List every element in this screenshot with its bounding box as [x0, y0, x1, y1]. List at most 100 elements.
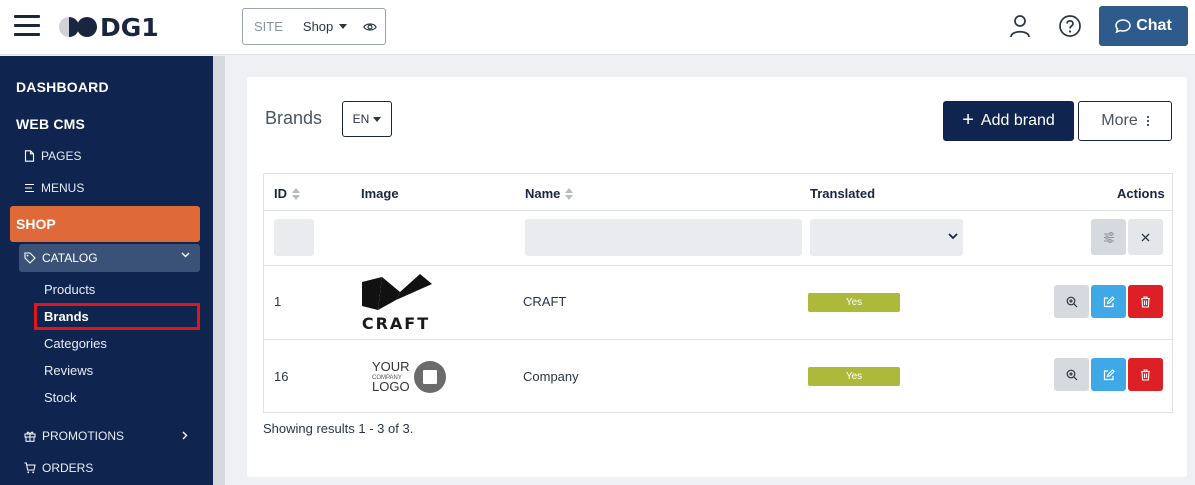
brands-table: ID Image Name Translated Actions 1 CRAFT… [263, 173, 1173, 413]
translated-badge: Yes [808, 367, 900, 386]
divider [264, 210, 1172, 211]
chevron-down-icon [948, 233, 958, 240]
delete-button[interactable] [1128, 285, 1163, 318]
language-dropdown[interactable]: EN [342, 101, 392, 137]
sidebar-item-dashboard[interactable]: DASHBOARD [16, 79, 109, 95]
sidebar-item-label: ORDERS [42, 461, 94, 475]
menu-lines-icon [25, 183, 34, 193]
site-selector[interactable]: SITE Shop [242, 8, 386, 45]
column-header-translated: Translated [810, 186, 876, 201]
tag-icon [24, 252, 36, 264]
sidebar-item-label: PAGES [41, 149, 82, 163]
brand-logo-image: CRAFT [360, 272, 432, 333]
add-brand-label: Add brand [980, 112, 1055, 129]
logo-line-3: LOGO [372, 379, 410, 394]
sidebar-item-shop[interactable]: SHOP [10, 206, 200, 242]
translated-badge: Yes [808, 293, 900, 312]
filter-name-input[interactable] [525, 219, 802, 256]
sidebar-item-menus[interactable]: MENUS [24, 181, 84, 195]
divider [264, 265, 1172, 266]
more-button[interactable]: More [1078, 101, 1172, 141]
row-name: Company [523, 369, 579, 384]
column-header-label: Name [525, 186, 561, 201]
sort-icon [292, 187, 300, 200]
sidebar-item-stock[interactable]: Stock [44, 390, 77, 405]
sidebar-item-promotions[interactable]: PROMOTIONS [24, 429, 194, 443]
sidebar-item-label: PROMOTIONS [42, 429, 125, 443]
zoom-icon [1066, 369, 1077, 380]
filter-translated-select[interactable] [810, 219, 963, 256]
brand-logo-text: CRAFT [361, 314, 431, 333]
chat-button[interactable]: Chat [1099, 6, 1188, 46]
gift-icon [24, 431, 36, 442]
sidebar-item-label: MENUS [41, 181, 85, 195]
sidebar-item-label: CATALOG [42, 251, 98, 265]
column-header-actions: Actions [1117, 186, 1165, 201]
brands-card: Brands EN + Add brand More ID Image Name… [247, 77, 1187, 477]
sidebar-item-products[interactable]: Products [44, 282, 95, 297]
caret-down-icon [373, 116, 382, 122]
plus-icon: + [962, 108, 974, 131]
craft-logo-icon [362, 274, 432, 310]
site-value: Shop [302, 19, 334, 34]
user-icon[interactable] [1008, 13, 1032, 39]
chevron-down-icon [181, 252, 190, 258]
sidebar-item-reviews[interactable]: Reviews [44, 363, 93, 378]
logo-text: DG1 [100, 12, 159, 42]
more-label: More [1101, 112, 1138, 129]
site-label: SITE [254, 19, 283, 34]
help-icon[interactable] [1058, 14, 1082, 38]
site-dropdown[interactable]: Shop [302, 19, 348, 34]
add-brand-button[interactable]: + Add brand [943, 101, 1074, 141]
sliders-icon [1103, 231, 1114, 243]
edit-button[interactable] [1091, 358, 1126, 391]
edit-icon [1103, 368, 1115, 380]
vertical-dots-icon [1146, 116, 1149, 126]
chat-bubble-icon [1115, 19, 1131, 33]
sidebar-item-categories[interactable]: Categories [44, 336, 107, 351]
hamburger-menu-icon[interactable] [14, 15, 40, 37]
brand-logo-image: YOUR COMPANY LOGO [369, 357, 447, 397]
your-logo-icon: YOUR COMPANY LOGO [372, 359, 446, 394]
eye-icon[interactable] [363, 20, 378, 34]
delete-button[interactable] [1128, 358, 1163, 391]
divider [264, 339, 1172, 340]
results-summary: Showing results 1 - 3 of 3. [263, 421, 414, 436]
row-id: 16 [274, 369, 289, 384]
edit-icon [1103, 295, 1115, 307]
row-id: 1 [274, 294, 282, 309]
view-button[interactable] [1054, 358, 1089, 391]
row-name: CRAFT [523, 294, 567, 309]
logo-line-1: YOUR [372, 359, 410, 374]
filter-clear-button[interactable] [1128, 219, 1163, 255]
view-button[interactable] [1054, 285, 1089, 318]
close-icon [1141, 233, 1150, 241]
page-title: Brands [265, 108, 323, 128]
filter-options-button[interactable] [1091, 219, 1126, 255]
chat-label: Chat [1136, 17, 1172, 34]
page-icon [24, 150, 35, 162]
sidebar-scrollbar[interactable] [213, 56, 225, 485]
logo-mark-icon [59, 17, 97, 37]
sidebar-item-web-cms[interactable]: WEB CMS [16, 116, 85, 132]
column-header-name[interactable]: Name [525, 186, 574, 201]
column-header-label: ID [274, 186, 287, 201]
sidebar: DASHBOARD WEB CMS PAGES MENUS SHOP CATAL… [0, 56, 213, 485]
caret-down-icon [339, 24, 348, 29]
cart-icon [24, 462, 36, 474]
edit-button[interactable] [1091, 285, 1126, 318]
filter-id-input[interactable] [274, 219, 314, 256]
column-header-image: Image [361, 186, 399, 201]
sort-icon [565, 187, 574, 200]
language-value: EN [352, 112, 370, 126]
trash-icon [1141, 295, 1150, 308]
sidebar-item-catalog[interactable]: CATALOG [19, 244, 200, 272]
trash-icon [1141, 368, 1150, 381]
sidebar-item-pages[interactable]: PAGES [24, 149, 81, 163]
sidebar-item-orders[interactable]: ORDERS [24, 461, 93, 475]
zoom-icon [1066, 296, 1077, 307]
app-logo[interactable]: DG1 [58, 12, 159, 42]
highlight-box [34, 303, 200, 330]
column-header-id[interactable]: ID [274, 186, 300, 201]
chevron-right-icon [182, 431, 188, 440]
